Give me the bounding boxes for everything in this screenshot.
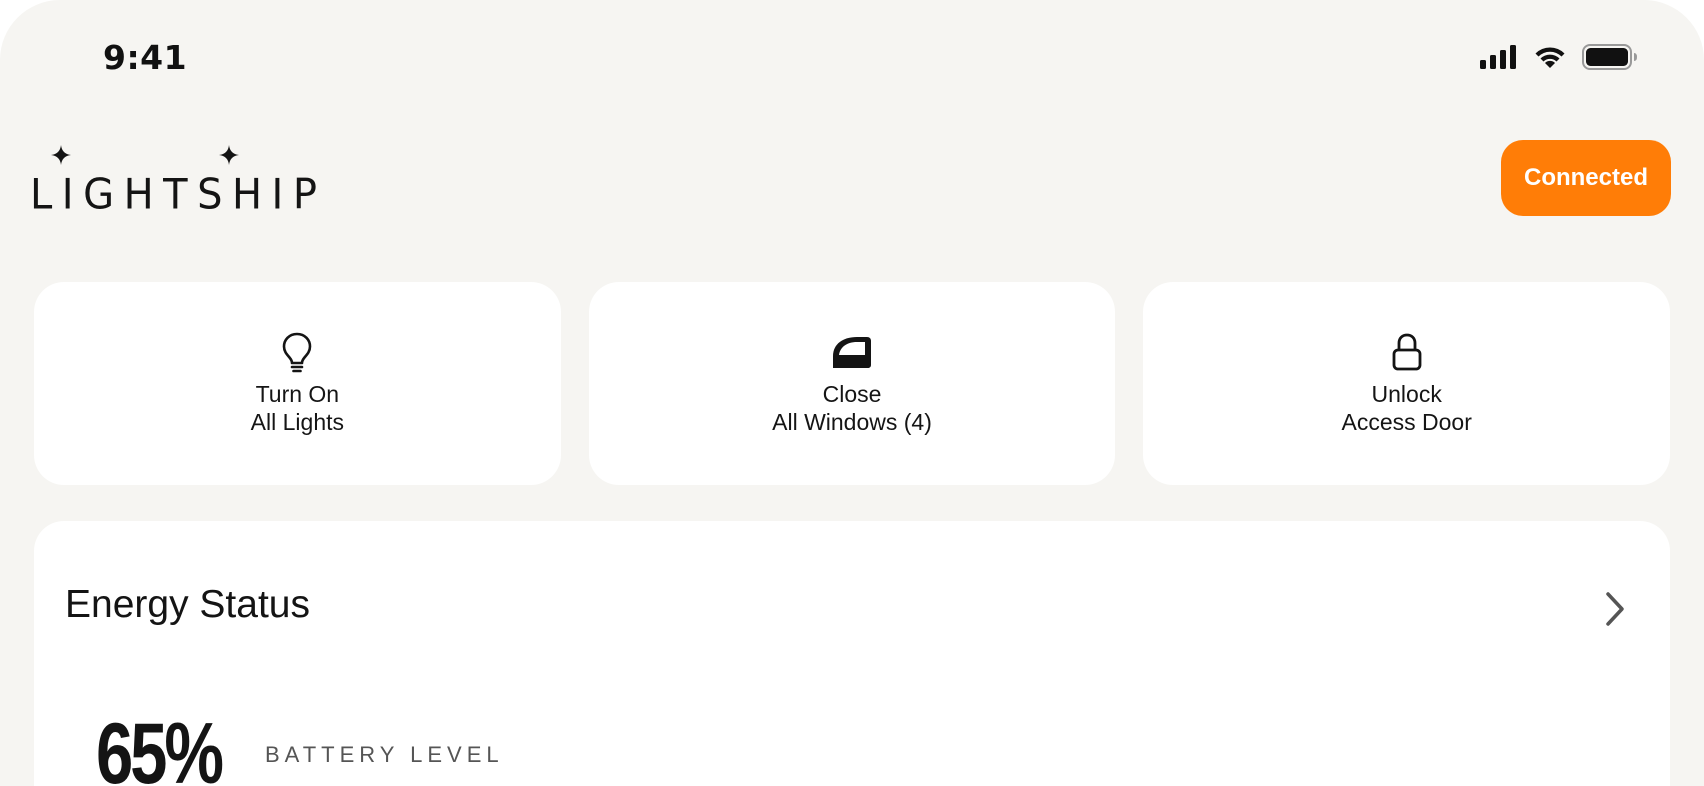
lightship-logo: LIGHTSHIP	[30, 142, 317, 216]
connection-status-button[interactable]: Connected	[1501, 140, 1671, 216]
energy-status-title: Energy Status	[65, 583, 310, 626]
action-label-line2: All Windows (4)	[772, 409, 932, 435]
battery-level-label: BATTERY LEVEL	[265, 742, 504, 767]
cellular-signal-icon	[1480, 45, 1518, 69]
close-all-windows-button[interactable]: Close All Windows (4)	[588, 282, 1116, 485]
turn-on-all-lights-button[interactable]: Turn On All Lights	[34, 282, 561, 485]
battery-icon	[1582, 44, 1638, 70]
status-icons	[1480, 44, 1638, 70]
lock-icon	[1385, 330, 1429, 374]
battery-level-value: 65%	[96, 706, 224, 786]
logo-text: LIGHTSHIP	[30, 170, 327, 220]
quick-actions: Turn On All Lights Close All Windows (4)…	[34, 282, 1671, 485]
wifi-icon	[1532, 44, 1568, 70]
unlock-access-door-button[interactable]: Unlock Access Door	[1143, 282, 1671, 485]
sparkle-icon	[51, 145, 71, 165]
window-icon	[830, 330, 874, 374]
action-label-line1: Unlock	[1371, 381, 1442, 407]
energy-status-card[interactable]: Energy Status 65% BATTERY LEVEL	[34, 521, 1670, 786]
lightbulb-icon	[275, 330, 319, 374]
status-time: 9:41	[103, 38, 188, 77]
action-label-line1: Close	[822, 381, 882, 407]
chevron-right-icon[interactable]	[1600, 589, 1630, 629]
sparkle-icon	[219, 145, 239, 165]
action-label-line2: Access Door	[1341, 409, 1472, 435]
app-screen: 9:41 LIGHTSHIP Connected Turn On All Lig…	[0, 0, 1704, 786]
action-label-line2: All Lights	[250, 409, 344, 435]
action-label-line1: Turn On	[255, 381, 340, 407]
